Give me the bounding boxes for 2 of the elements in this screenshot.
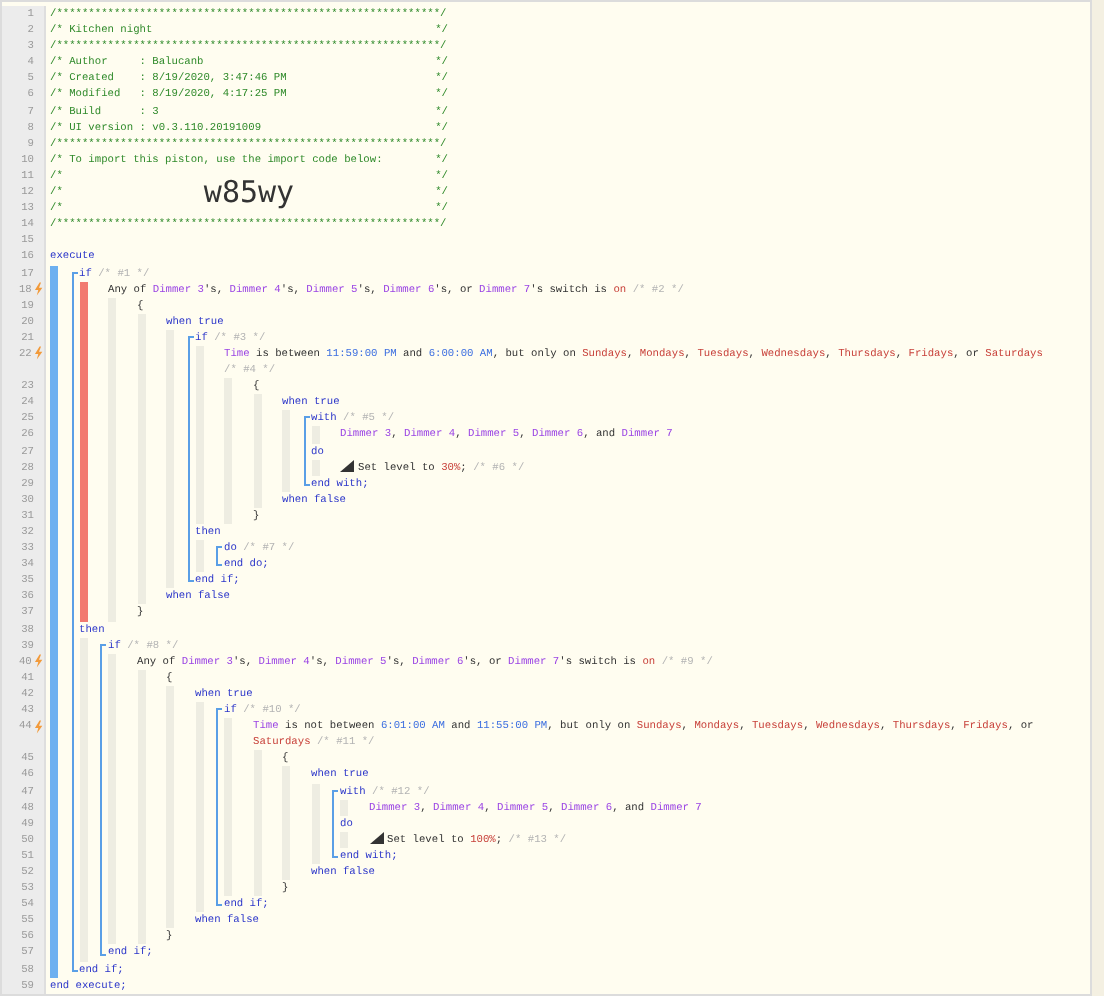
- signal-bars-icon: [369, 832, 383, 845]
- signal-bars-icon: [340, 460, 354, 473]
